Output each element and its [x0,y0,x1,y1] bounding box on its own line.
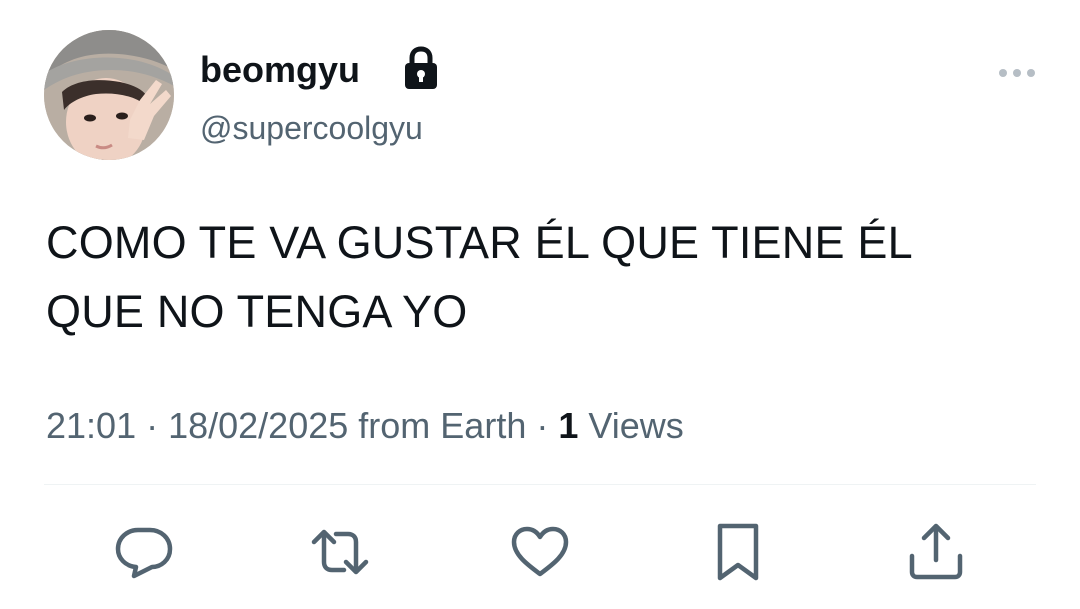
tweet-date[interactable]: 18/02/2025 [168,405,348,446]
avatar[interactable] [44,30,174,160]
heart-icon [511,526,569,577]
views-count[interactable]: 1 [558,405,578,446]
like-button[interactable] [508,520,572,584]
more-options-icon[interactable] [994,58,1040,88]
bookmark-button[interactable] [706,520,770,584]
reply-icon [115,527,173,579]
tweet-text-line: QUE NO TENGA YO [46,286,468,337]
bookmark-icon [717,523,759,581]
tweet-text: COMO TE VA GUSTAR ÉL QUE TIENE ÉL QUE NO… [46,208,1036,346]
lock-icon [405,46,437,89]
tweet-meta: 21:01 · 18/02/2025 from Earth · 1 Views [46,404,684,448]
meta-separator: · [536,405,549,446]
display-name[interactable]: beomgyu [200,48,360,92]
views-label[interactable]: Views [588,405,683,446]
tweet-source: from Earth [358,405,527,446]
retweet-button[interactable] [308,520,372,584]
share-button[interactable] [904,520,968,584]
avatar-photo [44,30,174,160]
divider [44,484,1036,485]
share-icon [909,523,963,580]
meta-separator: · [146,405,159,446]
user-handle[interactable]: @supercoolgyu [200,108,423,148]
reply-button[interactable] [112,520,176,584]
retweet-icon [311,529,369,575]
tweet-text-line: COMO TE VA GUSTAR ÉL QUE TIENE ÉL [46,217,913,268]
tweet-time[interactable]: 21:01 [46,405,136,446]
